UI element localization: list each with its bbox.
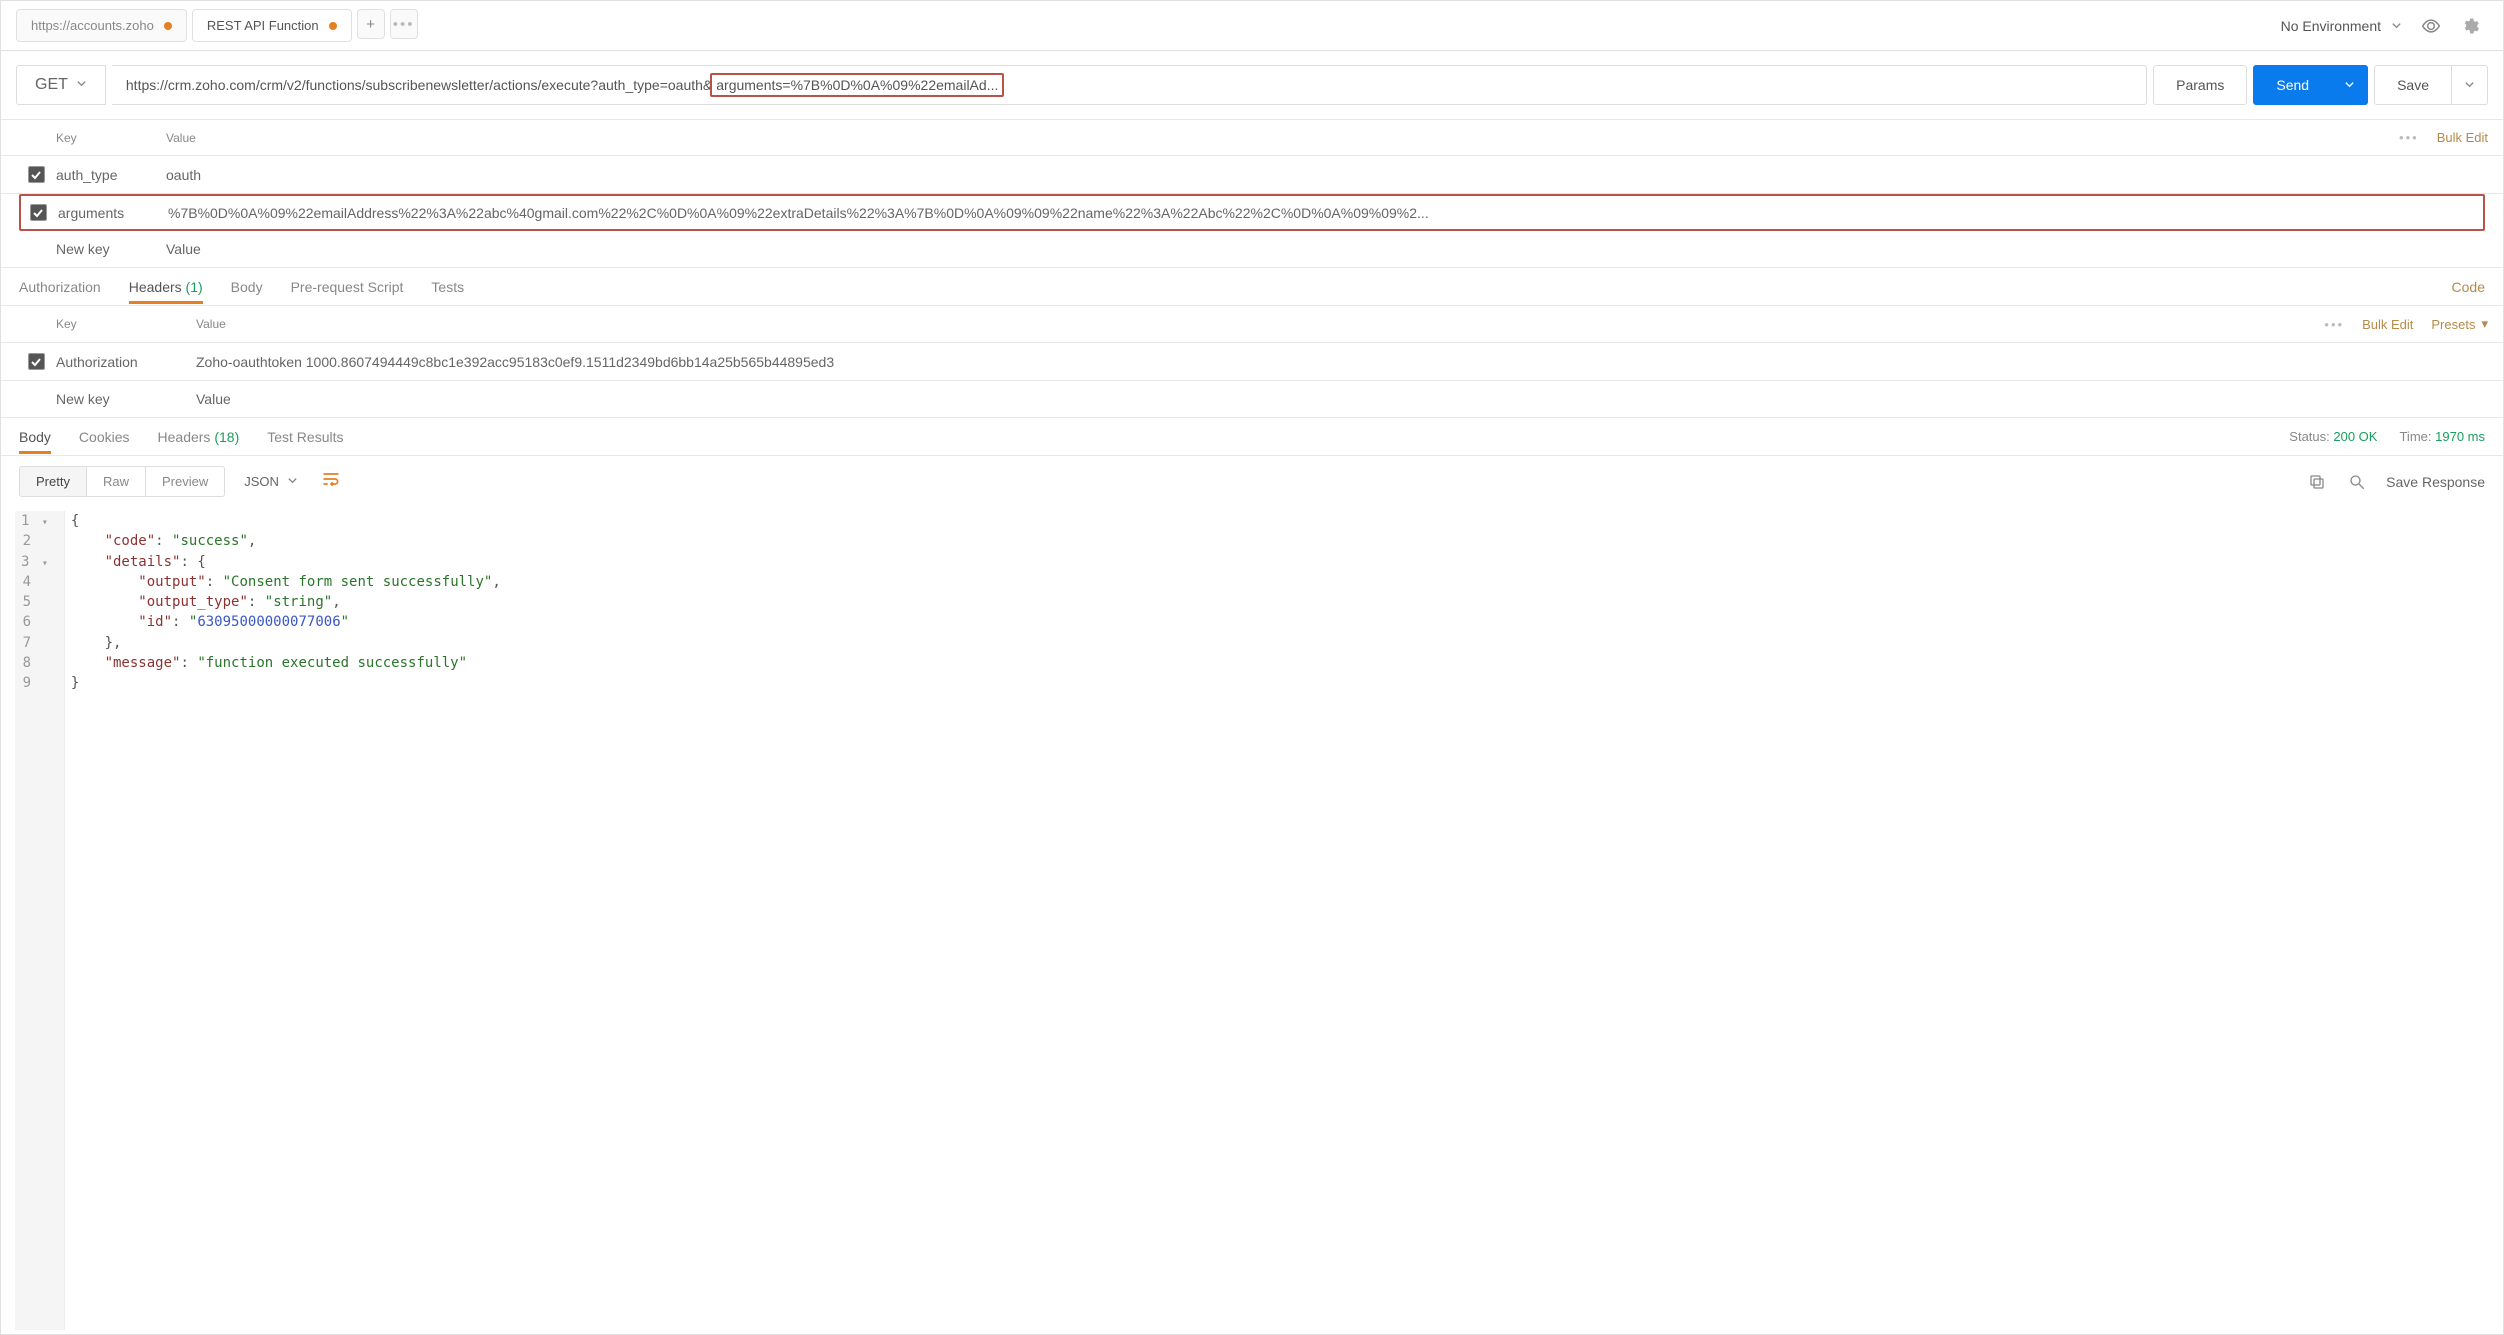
- column-header-value: Value: [166, 131, 2399, 145]
- save-dropdown-button[interactable]: [2452, 65, 2488, 105]
- tab-response-headers-label: Headers: [158, 429, 211, 445]
- query-params-table: Key Value ••• Bulk Edit auth_type oauth …: [1, 119, 2503, 268]
- url-text-prefix: https://crm.zoho.com/crm/v2/functions/su…: [126, 77, 712, 93]
- presets-link[interactable]: Presets ▾: [2431, 316, 2488, 332]
- tab-tests[interactable]: Tests: [431, 271, 464, 303]
- param-checkbox[interactable]: [30, 204, 47, 221]
- headers-table: Key Value ••• Bulk Edit Presets ▾ Author…: [1, 306, 2503, 418]
- headers-more-icon[interactable]: •••: [2324, 317, 2344, 332]
- request-tab-0[interactable]: https://accounts.zoho: [16, 9, 187, 42]
- response-tabs: Body Cookies Headers (18) Test Results S…: [1, 418, 2503, 456]
- tab-label: REST API Function: [207, 18, 319, 33]
- header-key[interactable]: Authorization: [56, 354, 196, 370]
- status-block: Status: 200 OK: [2289, 429, 2377, 444]
- quick-look-icon[interactable]: [2420, 15, 2442, 37]
- format-label: JSON: [244, 474, 279, 489]
- search-icon[interactable]: [2346, 471, 2368, 493]
- param-key[interactable]: auth_type: [56, 167, 166, 183]
- tab-response-body[interactable]: Body: [19, 421, 51, 454]
- header-checkbox[interactable]: [28, 353, 45, 370]
- format-selector[interactable]: JSON: [240, 474, 302, 489]
- time-value: 1970 ms: [2435, 429, 2485, 444]
- request-bar: GET https://crm.zoho.com/crm/v2/function…: [1, 51, 2503, 119]
- status-label: Status:: [2289, 429, 2329, 444]
- param-row: auth_type oauth: [1, 156, 2503, 194]
- tab-response-cookies[interactable]: Cookies: [79, 421, 130, 453]
- tab-label: https://accounts.zoho: [31, 18, 154, 33]
- tab-authorization[interactable]: Authorization: [19, 271, 101, 303]
- tab-prerequest[interactable]: Pre-request Script: [291, 271, 404, 303]
- new-key-placeholder[interactable]: New key: [56, 391, 196, 407]
- new-key-placeholder[interactable]: New key: [56, 241, 166, 257]
- presets-label: Presets: [2431, 317, 2475, 332]
- params-more-icon[interactable]: •••: [2399, 130, 2419, 145]
- new-tab-button[interactable]: +: [357, 9, 385, 39]
- param-new-row[interactable]: New key Value: [1, 231, 2503, 268]
- param-key[interactable]: arguments: [58, 205, 168, 221]
- response-body-content[interactable]: { "code": "success", "details": { "outpu…: [65, 511, 501, 1330]
- send-button[interactable]: Send: [2253, 65, 2332, 105]
- view-raw[interactable]: Raw: [87, 467, 146, 496]
- tab-test-results[interactable]: Test Results: [267, 421, 343, 453]
- time-label: Time:: [2399, 429, 2431, 444]
- column-header-key: Key: [56, 131, 166, 145]
- param-value[interactable]: oauth: [166, 167, 2488, 183]
- column-header-value: Value: [196, 317, 2324, 331]
- line-gutter: 1 ▾ 2 3 ▾ 4 5 6 7 8 9: [15, 511, 65, 1330]
- param-value[interactable]: %7B%0D%0A%09%22emailAddress%22%3A%22abc%…: [168, 205, 2483, 221]
- tab-dirty-dot: [329, 22, 337, 30]
- top-tab-bar: https://accounts.zoho REST API Function …: [1, 1, 2503, 51]
- chevron-down-icon: [287, 474, 298, 489]
- save-button[interactable]: Save: [2374, 65, 2452, 105]
- tab-headers[interactable]: Headers (1): [129, 271, 203, 304]
- caret-down-icon: ▾: [2481, 316, 2488, 332]
- bulk-edit-link[interactable]: Bulk Edit: [2437, 130, 2488, 145]
- url-input[interactable]: https://crm.zoho.com/crm/v2/functions/su…: [112, 65, 2147, 105]
- code-link[interactable]: Code: [2452, 279, 2485, 295]
- view-pretty[interactable]: Pretty: [20, 467, 87, 496]
- header-new-row[interactable]: New key Value: [1, 381, 2503, 418]
- header-row: Authorization Zoho-oauthtoken 1000.86074…: [1, 343, 2503, 381]
- tab-dirty-dot: [164, 22, 172, 30]
- param-checkbox[interactable]: [28, 166, 45, 183]
- request-editor-tabs: Authorization Headers (1) Body Pre-reque…: [1, 268, 2503, 306]
- new-value-placeholder[interactable]: Value: [166, 241, 2488, 257]
- column-header-key: Key: [56, 317, 196, 331]
- new-value-placeholder[interactable]: Value: [196, 391, 2488, 407]
- param-row-highlighted: arguments %7B%0D%0A%09%22emailAddress%22…: [19, 194, 2485, 231]
- ellipsis-icon: •••: [393, 16, 415, 33]
- response-body-viewer: 1 ▾ 2 3 ▾ 4 5 6 7 8 9 { "code": "success…: [1, 507, 2503, 1334]
- view-mode-group: Pretty Raw Preview: [19, 466, 225, 497]
- method-label: GET: [35, 76, 68, 94]
- chevron-down-icon: [76, 76, 87, 94]
- bulk-edit-link[interactable]: Bulk Edit: [2362, 317, 2413, 332]
- request-tab-1[interactable]: REST API Function: [192, 9, 352, 42]
- url-highlighted-segment: arguments=%7B%0D%0A%09%22emailAd...: [710, 73, 1004, 97]
- tab-response-headers[interactable]: Headers (18): [158, 421, 240, 453]
- tab-headers-count: (1): [186, 279, 203, 295]
- view-preview[interactable]: Preview: [146, 467, 224, 496]
- status-value: 200 OK: [2333, 429, 2377, 444]
- tab-overflow-button[interactable]: •••: [390, 9, 418, 39]
- tab-headers-label: Headers: [129, 279, 182, 295]
- copy-icon[interactable]: [2306, 471, 2328, 493]
- chevron-down-icon: [2464, 77, 2475, 93]
- chevron-down-icon: [2391, 18, 2402, 34]
- response-viewer-controls: Pretty Raw Preview JSON Save Response: [1, 456, 2503, 507]
- settings-icon[interactable]: [2460, 15, 2482, 37]
- header-value[interactable]: Zoho-oauthtoken 1000.8607494449c8bc1e392…: [196, 354, 2488, 370]
- tab-body[interactable]: Body: [231, 271, 263, 303]
- environment-selector[interactable]: No Environment: [2281, 18, 2402, 34]
- wrap-lines-icon[interactable]: [317, 469, 345, 494]
- save-response-link[interactable]: Save Response: [2386, 474, 2485, 490]
- params-button[interactable]: Params: [2153, 65, 2247, 105]
- chevron-down-icon: [2344, 77, 2355, 93]
- send-dropdown-button[interactable]: [2332, 65, 2368, 105]
- time-block: Time: 1970 ms: [2399, 429, 2485, 444]
- method-selector[interactable]: GET: [16, 65, 106, 105]
- environment-label: No Environment: [2281, 18, 2381, 34]
- tab-response-headers-count: (18): [214, 429, 239, 445]
